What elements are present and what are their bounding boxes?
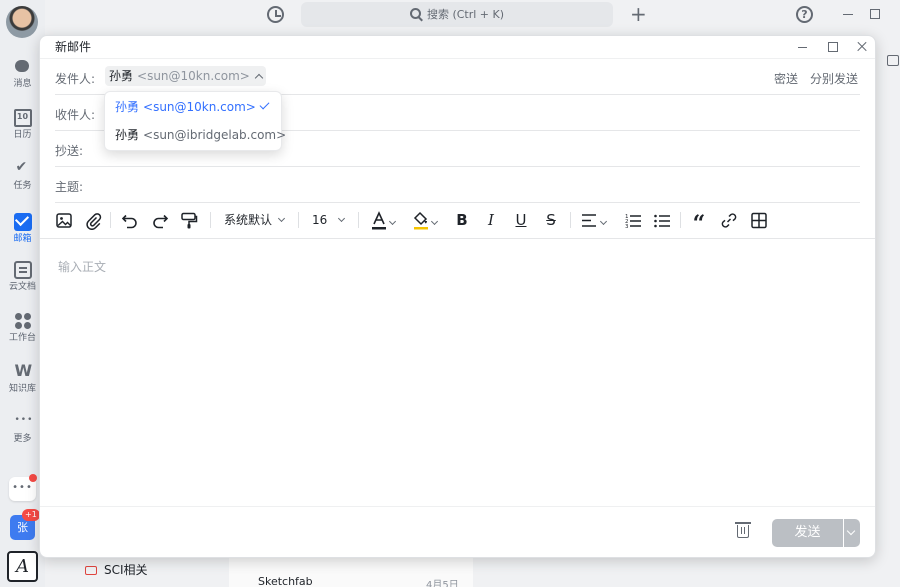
mail-icon xyxy=(13,213,32,231)
highlight-color-button[interactable] xyxy=(413,211,443,230)
text-color-icon xyxy=(372,211,386,230)
underline-icon[interactable]: U xyxy=(512,211,530,230)
folder-item[interactable]: SCI相关 xyxy=(85,561,148,578)
folder-label: SCI相关 xyxy=(104,563,148,577)
table-icon[interactable] xyxy=(750,211,768,230)
calendar-icon xyxy=(13,109,32,127)
highlight-icon xyxy=(413,211,428,230)
to-label: 收件人: xyxy=(55,108,96,122)
divider xyxy=(40,506,875,507)
sender-option[interactable]: 孙勇 <sun@ibridgelab.com> xyxy=(105,122,286,148)
option-email: <sun@ibridgelab.com> xyxy=(143,128,287,142)
chevron-down-icon xyxy=(430,217,439,226)
subject-label: 主题: xyxy=(55,180,84,194)
help-icon[interactable]: ? xyxy=(796,6,813,23)
align-button[interactable] xyxy=(581,211,613,230)
mail-date: 4月5日 xyxy=(426,580,459,587)
notification-dot xyxy=(29,474,37,482)
toolbar-divider xyxy=(570,212,571,228)
split-send-button[interactable]: 分别发送 xyxy=(810,70,858,87)
link-icon[interactable] xyxy=(720,211,738,230)
format-painter-icon[interactable] xyxy=(180,211,198,230)
image-icon[interactable] xyxy=(55,211,73,230)
search-box[interactable]: 搜索 (Ctrl + K) xyxy=(301,2,613,27)
minimize-icon[interactable] xyxy=(843,14,853,15)
toolbar-divider xyxy=(298,212,299,228)
chevron-down-icon xyxy=(388,217,397,226)
more-icon xyxy=(14,413,34,431)
align-left-icon xyxy=(582,214,596,227)
from-label: 发件人: xyxy=(55,72,96,86)
user-avatar[interactable] xyxy=(6,6,38,38)
workplace-icon xyxy=(14,312,32,330)
history-icon[interactable] xyxy=(267,6,284,23)
panel-toggle-icon[interactable] xyxy=(887,55,899,66)
maximize-icon[interactable] xyxy=(870,9,880,19)
mail-sender[interactable]: Sketchfab xyxy=(258,575,313,587)
font-size-select[interactable]: 16 xyxy=(312,211,346,230)
text-color-button[interactable] xyxy=(371,211,401,230)
attachment-icon[interactable] xyxy=(84,211,102,230)
unread-badge: +1 xyxy=(22,509,40,521)
background-mail-area: SCI相关 Sketchfab 4月5日 xyxy=(45,555,900,587)
from-row: 发件人: 孙勇 <sun@10kn.com> 密送 分别发送 xyxy=(55,59,860,95)
numbered-list-icon[interactable]: 123 xyxy=(624,211,642,230)
font-family-value: 系统默认 xyxy=(224,213,273,227)
search-icon xyxy=(409,8,421,19)
redo-icon[interactable] xyxy=(151,211,169,230)
sender-selector[interactable]: 孙勇 <sun@10kn.com> xyxy=(105,66,266,86)
toolbar-divider xyxy=(110,212,111,228)
sender-option[interactable]: 孙勇 <sun@10kn.com> xyxy=(105,94,281,120)
font-family-select[interactable]: 系统默认 xyxy=(224,211,286,230)
cloud-doc-icon xyxy=(13,261,32,279)
chevron-down-icon xyxy=(277,214,286,223)
cc-label: 抄送: xyxy=(55,144,84,158)
tag-icon xyxy=(85,566,97,575)
wiki-icon xyxy=(14,361,33,381)
bold-icon[interactable]: B xyxy=(453,211,471,230)
option-name: 孙勇 xyxy=(115,128,140,142)
compose-title: 新邮件 xyxy=(55,40,92,54)
task-check-icon xyxy=(14,159,32,178)
maximize-icon[interactable] xyxy=(825,39,841,55)
bullet-list-icon[interactable] xyxy=(653,211,671,230)
undo-icon[interactable] xyxy=(121,211,139,230)
chevron-down-icon xyxy=(338,214,346,223)
signature-avatar[interactable]: A xyxy=(7,551,38,582)
search-placeholder: 搜索 (Ctrl + K) xyxy=(426,8,505,21)
chevron-up-icon xyxy=(254,73,264,83)
check-icon xyxy=(259,99,270,110)
option-name: 孙勇 xyxy=(115,100,140,114)
format-toolbar: 系统默认 16 B I U S 123 “ xyxy=(40,202,875,239)
chat-bubble-icon xyxy=(14,58,32,76)
toolbar-divider xyxy=(358,212,359,228)
sender-dropdown: 孙勇 <sun@10kn.com> 孙勇 <sun@ibridgelab.com> xyxy=(104,91,286,151)
toolbar-divider xyxy=(210,212,211,228)
chevron-down-icon xyxy=(599,217,608,226)
top-bar: 搜索 (Ctrl + K) + ? xyxy=(45,0,900,30)
trash-icon[interactable] xyxy=(735,522,751,538)
sender-name: 孙勇 xyxy=(109,69,134,83)
strikethrough-icon[interactable]: S xyxy=(542,211,560,230)
plus-icon[interactable]: + xyxy=(630,4,647,24)
body-editor[interactable]: 输入正文 xyxy=(58,258,106,275)
quote-icon[interactable]: “ xyxy=(690,211,708,237)
minimize-icon[interactable] xyxy=(795,39,811,55)
send-button[interactable]: 发送 xyxy=(772,519,843,547)
font-size-value: 16 xyxy=(312,213,328,227)
bcc-button[interactable]: 密送 xyxy=(774,70,798,87)
sender-email: <sun@10kn.com> xyxy=(137,69,250,83)
italic-icon[interactable]: I xyxy=(482,211,500,230)
subject-row[interactable]: 主题: xyxy=(55,167,860,203)
svg-text:3: 3 xyxy=(625,224,629,230)
option-email: <sun@10kn.com> xyxy=(143,100,256,114)
close-icon[interactable] xyxy=(854,39,870,55)
toolbar-divider xyxy=(680,212,681,228)
send-options-chevron-down-icon[interactable] xyxy=(844,519,860,547)
